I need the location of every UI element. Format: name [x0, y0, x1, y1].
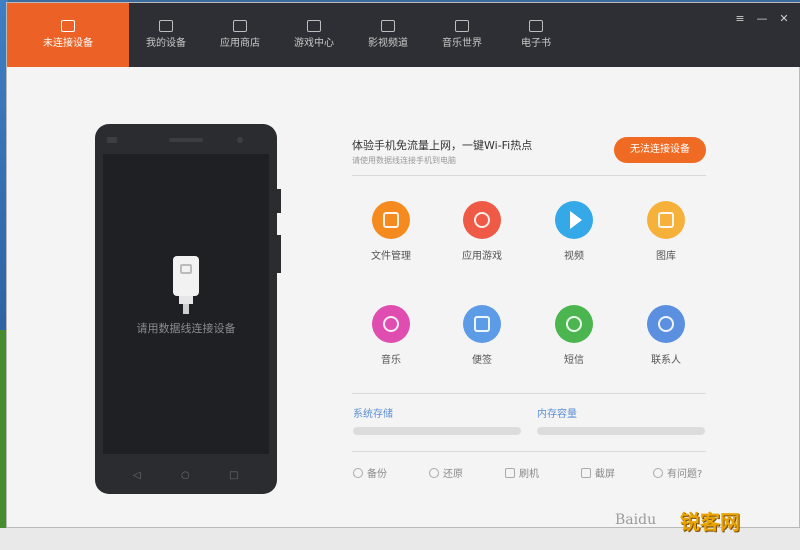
flash-icon	[505, 468, 515, 478]
feature-contacts[interactable]: 联系人	[626, 305, 706, 366]
site-watermark: 锐客网	[680, 510, 740, 534]
connect-tip-subtitle: 请使用数据线连接手机到电脑	[352, 156, 456, 165]
feature-label: 音乐	[381, 355, 401, 366]
restore-label: 还原	[443, 469, 463, 480]
tab-label: 我的设备	[146, 38, 186, 49]
feature-music[interactable]: 音乐	[351, 305, 431, 366]
system-storage-label: 系统存储	[353, 409, 393, 420]
tab-label: 应用商店	[220, 38, 260, 49]
flash-label: 刷机	[519, 469, 539, 480]
restore-button[interactable]: 还原	[429, 465, 463, 480]
apps-icon	[463, 201, 501, 239]
device-icon	[159, 20, 173, 32]
feature-apps-games[interactable]: 应用游戏	[442, 201, 522, 262]
internal-storage-bar	[537, 427, 705, 435]
play-icon	[555, 201, 593, 239]
backup-label: 备份	[367, 469, 387, 480]
feature-label: 视频	[564, 251, 584, 262]
divider	[352, 393, 706, 394]
gamepad-icon	[307, 20, 321, 32]
feature-label: 短信	[564, 355, 584, 366]
connect-tip-title: 体验手机免流量上网，一键Wi-Fi热点	[352, 139, 533, 152]
message-icon	[555, 305, 593, 343]
help-icon	[653, 468, 663, 478]
tab-game-center[interactable]: 游戏中心	[277, 3, 351, 67]
screenshot-button[interactable]: 截屏	[581, 465, 615, 480]
music-icon	[455, 20, 469, 32]
system-storage-bar	[353, 427, 521, 435]
contact-icon	[647, 305, 685, 343]
phone-camera	[237, 137, 243, 143]
restore-icon	[429, 468, 439, 478]
phone-sensor	[107, 137, 117, 143]
divider	[352, 451, 706, 452]
note-icon	[463, 305, 501, 343]
feature-label: 图库	[656, 251, 676, 262]
home-icon: ○	[181, 470, 190, 481]
tab-app-store[interactable]: 应用商店	[203, 3, 277, 67]
music-icon	[372, 305, 410, 343]
feature-label: 应用游戏	[462, 251, 502, 262]
screenshot-label: 截屏	[595, 469, 615, 480]
tab-label: 游戏中心	[294, 38, 334, 49]
phone-icon	[61, 20, 75, 32]
tab-unconnected-device[interactable]: 未连接设备	[7, 3, 129, 67]
feature-notes[interactable]: 便签	[442, 305, 522, 366]
back-icon: ◁	[133, 470, 141, 481]
usb-plug-icon	[173, 256, 199, 296]
picture-icon	[647, 201, 685, 239]
tab-label: 影视频道	[368, 38, 408, 49]
recent-icon: □	[229, 470, 239, 481]
menu-button[interactable]: ≡	[733, 13, 747, 25]
app-window: 未连接设备 我的设备 应用商店 游戏中心 影视频道 音乐世界 电子书 ≡ — ✕	[6, 2, 800, 528]
feature-messages[interactable]: 短信	[534, 305, 614, 366]
flash-button[interactable]: 刷机	[505, 465, 539, 480]
book-icon	[529, 20, 543, 32]
phone-screen: 请用数据线连接设备	[103, 154, 269, 454]
phone-speaker	[169, 138, 203, 142]
backup-icon	[353, 468, 363, 478]
usb-slot-icon	[180, 264, 192, 274]
tab-my-device[interactable]: 我的设备	[129, 3, 203, 67]
usb-wire	[183, 304, 189, 314]
tab-ebook[interactable]: 电子书	[499, 3, 573, 67]
internal-storage-label: 内存容量	[537, 409, 577, 420]
divider	[352, 175, 706, 176]
feature-gallery[interactable]: 图库	[626, 201, 706, 262]
tab-video-channel[interactable]: 影视频道	[351, 3, 425, 67]
feature-label: 便签	[472, 355, 492, 366]
tab-label: 未连接设备	[43, 38, 93, 49]
feature-label: 联系人	[651, 355, 681, 366]
screenshot-icon	[581, 468, 591, 478]
help-label: 有问题?	[667, 469, 703, 480]
feature-label: 文件管理	[371, 251, 411, 262]
top-nav-bar: 未连接设备 我的设备 应用商店 游戏中心 影视频道 音乐世界 电子书 ≡ — ✕	[7, 3, 800, 67]
phone-side-button	[277, 235, 281, 273]
baidu-watermark: Baidu	[615, 512, 657, 528]
connect-message: 请用数据线连接设备	[136, 322, 236, 335]
bag-icon	[233, 20, 247, 32]
tab-music-world[interactable]: 音乐世界	[425, 3, 499, 67]
folder-icon	[372, 201, 410, 239]
cannot-connect-button[interactable]: 无法连接设备	[614, 137, 706, 163]
phone-mockup: 请用数据线连接设备 ◁ ○ □	[95, 124, 277, 494]
tab-label: 电子书	[521, 38, 551, 49]
feature-file-manager[interactable]: 文件管理	[351, 201, 431, 262]
feature-video[interactable]: 视频	[534, 201, 614, 262]
backup-button[interactable]: 备份	[353, 465, 387, 480]
tab-label: 音乐世界	[442, 38, 482, 49]
tv-icon	[381, 20, 395, 32]
phone-side-button	[277, 189, 281, 213]
usb-neck	[179, 296, 193, 304]
close-button[interactable]: ✕	[777, 13, 791, 25]
help-button[interactable]: 有问题?	[653, 465, 702, 480]
minimize-button[interactable]: —	[755, 13, 769, 25]
